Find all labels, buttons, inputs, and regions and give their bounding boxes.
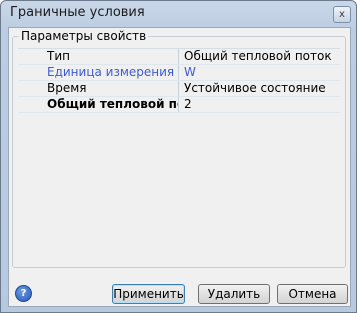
property-row-total-heat-flow[interactable]: Общий тепловой пот... 2 bbox=[18, 97, 340, 113]
property-value[interactable]: 2 bbox=[184, 97, 340, 112]
property-name: Единица измерения bbox=[18, 65, 179, 80]
property-value[interactable]: Устойчивое состояние bbox=[184, 81, 340, 96]
properties-group: Параметры свойств Тип Общий тепловой пот… bbox=[12, 29, 346, 268]
property-name: Тип bbox=[18, 49, 179, 64]
property-grid: Тип Общий тепловой поток Единица измерен… bbox=[18, 48, 340, 113]
close-icon: x bbox=[339, 9, 345, 20]
apply-button[interactable]: Применить bbox=[112, 284, 185, 304]
property-value[interactable]: Общий тепловой поток bbox=[184, 49, 340, 64]
property-row-type[interactable]: Тип Общий тепловой поток bbox=[18, 49, 340, 65]
help-icon[interactable]: ? bbox=[15, 285, 32, 302]
delete-button[interactable]: Удалить bbox=[198, 284, 270, 304]
property-row-unit[interactable]: Единица измерения W bbox=[18, 65, 340, 81]
cancel-button[interactable]: Отмена bbox=[277, 284, 348, 304]
property-name: Время bbox=[18, 81, 179, 96]
dialog-window: Граничные условия x Параметры свойств Ти… bbox=[0, 0, 357, 313]
dialog-body: Параметры свойств Тип Общий тепловой пот… bbox=[8, 27, 351, 307]
window-title: Граничные условия bbox=[10, 5, 145, 20]
property-value[interactable]: W bbox=[184, 65, 340, 80]
property-row-time[interactable]: Время Устойчивое состояние bbox=[18, 81, 340, 97]
property-name: Общий тепловой пот... bbox=[18, 97, 179, 112]
close-button[interactable]: x bbox=[333, 6, 351, 23]
properties-group-title: Параметры свойств bbox=[19, 29, 149, 43]
